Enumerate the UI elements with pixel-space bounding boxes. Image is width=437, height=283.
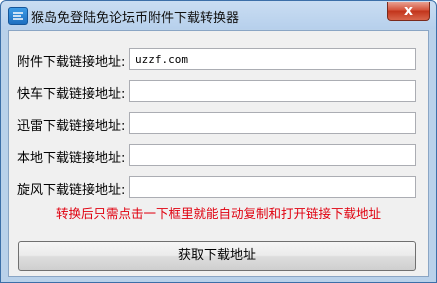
flashget-link-input[interactable] — [129, 80, 416, 102]
app-window: 猴岛免登陆免论坛币附件下载转换器 x 附件下载链接地址: uzzf.com 快车… — [0, 0, 437, 283]
app-icon — [8, 7, 28, 25]
thunder-link-label: 迅雷下载链接地址: — [17, 119, 126, 134]
close-icon: x — [403, 3, 414, 19]
local-link-input[interactable] — [129, 144, 416, 166]
qqxf-link-input[interactable] — [129, 176, 416, 198]
window-title: 猴岛免登陆免论坛币附件下载转换器 — [31, 11, 240, 26]
thunder-link-input[interactable] — [129, 112, 416, 134]
usage-notice: 转换后只需点击一下框里就能自动复制和打开链接下载地址 — [55, 206, 381, 221]
attachment-link-input[interactable]: uzzf.com — [129, 48, 416, 70]
qqxf-link-label: 旋风下载链接地址: — [17, 183, 126, 198]
get-download-link-button[interactable]: 获取下载地址 — [18, 241, 416, 271]
title-bar[interactable]: 猴岛免登陆免论坛币附件下载转换器 x — [1, 1, 436, 30]
form-panel: 附件下载链接地址: uzzf.com 快车下载链接地址: 迅雷下载链接地址: 本… — [8, 30, 429, 277]
close-button[interactable]: x — [387, 2, 430, 21]
local-link-label: 本地下载链接地址: — [17, 151, 126, 166]
flashget-link-label: 快车下载链接地址: — [17, 87, 126, 102]
attachment-link-label: 附件下载链接地址: — [17, 55, 126, 70]
